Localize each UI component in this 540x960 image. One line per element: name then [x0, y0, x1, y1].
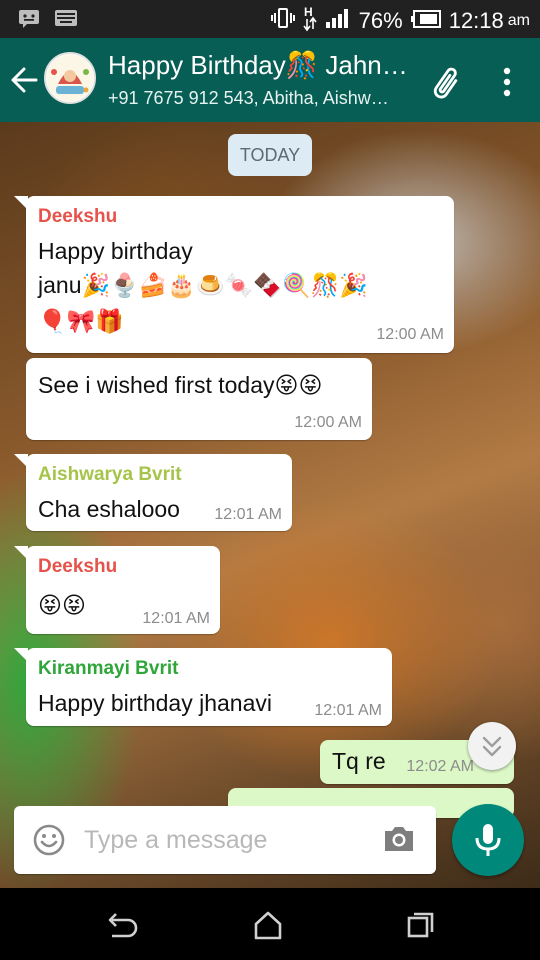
battery-percent: 76% [358, 8, 403, 33]
message-text: See i wished first today😝😝 [38, 372, 323, 398]
bubble-tail [14, 648, 28, 662]
message-text: 🎈🎀🎁 [38, 308, 124, 334]
message-text: 😝😝 [38, 592, 86, 618]
message-time: 12:01 AM [142, 610, 210, 627]
scroll-to-bottom-button[interactable] [468, 722, 516, 770]
nav-back-button[interactable] [102, 908, 142, 942]
system-nav-bar [0, 888, 540, 960]
microphone-icon [475, 824, 501, 856]
sender-name: Kiranmayi Bvrit [38, 658, 179, 679]
message-composer [14, 806, 436, 874]
home-icon [254, 911, 282, 940]
bubble-tail [14, 454, 28, 468]
paperclip-icon [433, 67, 458, 99]
double-chevron-down-icon [482, 736, 502, 757]
smiley-icon [33, 824, 65, 856]
message-time: 12:00 AM [376, 326, 444, 343]
group-avatar[interactable] [44, 52, 96, 104]
message-text: Happy birthday jhanavi [38, 690, 272, 716]
data-transfer-icon: H [303, 4, 317, 38]
message-bubble[interactable]: Kiranmayi Bvrit Happy birthday jhanavi 1… [14, 648, 392, 726]
status-bar: H 76% 12:18 am [0, 0, 540, 38]
nav-recents-button[interactable] [400, 908, 440, 942]
more-vert-icon [503, 67, 511, 97]
emoji-button[interactable] [32, 823, 66, 857]
message-input[interactable] [84, 820, 364, 860]
chat-header: Happy Birthday🎊 Jahn… +91 7675 912 543, … [0, 38, 540, 122]
clock: 12:18 [448, 8, 504, 33]
message-time: 12:02 AM [406, 758, 474, 775]
svg-text:H: H [304, 5, 313, 19]
battery-icon [410, 8, 441, 34]
sender-name: Deekshu [38, 556, 118, 577]
camera-icon [385, 827, 413, 851]
recents-icon [407, 912, 434, 938]
back-button[interactable] [6, 60, 42, 100]
bubble-tail [14, 196, 28, 210]
keyboard-icon [54, 9, 78, 34]
nav-back-icon [108, 913, 138, 938]
signal-icon [325, 8, 351, 34]
message-time: 12:01 AM [214, 506, 282, 523]
message-time: 12:00 AM [294, 414, 362, 431]
sender-name: Deekshu [38, 206, 118, 227]
sender-name: Aishwarya Bvrit [38, 464, 182, 485]
message-text: janu🎉🍨🍰🎂🍮🍬🍫🍭🎊🎉 [38, 272, 368, 298]
message-text: Cha eshalooo [38, 496, 180, 522]
vibrate-icon [270, 7, 295, 35]
camera-button[interactable] [382, 824, 416, 854]
message-bubble[interactable]: See i wished first today😝😝 12:00 AM [26, 358, 372, 440]
message-bubble[interactable]: Deekshu 😝😝 12:01 AM [14, 546, 220, 634]
chat-participants[interactable]: +91 7675 912 543, Abitha, Aishw… [108, 88, 413, 109]
voice-message-button[interactable] [452, 804, 524, 876]
chat-wallpaper[interactable]: TODAY Deekshu Happy birthday janu🎉🍨🍰🎂🍮🍬🍫… [0, 122, 540, 888]
clock-suffix: am [507, 12, 530, 29]
chat-title[interactable]: Happy Birthday🎊 Jahn… [108, 50, 413, 81]
more-options-button[interactable] [492, 62, 522, 102]
message-time: 12:01 AM [314, 702, 382, 719]
message-text: Happy birthday [38, 238, 193, 264]
message-bubble[interactable]: Aishwarya Bvrit Cha eshalooo 12:01 AM [14, 454, 292, 531]
bbm-icon [18, 9, 40, 34]
message-bubble[interactable]: Deekshu Happy birthday janu🎉🍨🍰🎂🍮🍬🍫🍭🎊🎉 🎈🎀… [14, 196, 454, 353]
attach-button[interactable] [428, 62, 468, 102]
message-text: Tq re [332, 748, 386, 774]
date-divider: TODAY [228, 134, 312, 176]
back-arrow-icon [11, 67, 38, 93]
bubble-tail [14, 546, 28, 560]
nav-home-button[interactable] [248, 908, 288, 942]
